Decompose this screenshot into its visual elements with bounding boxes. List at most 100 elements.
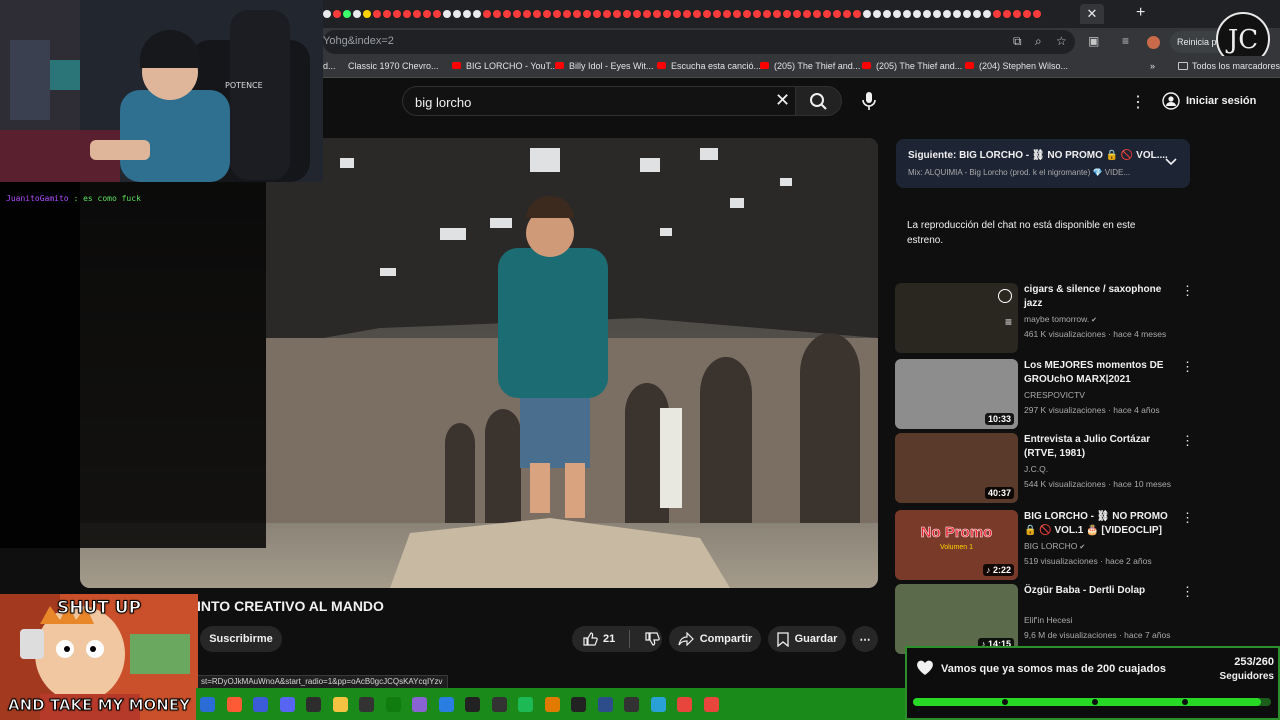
save-button[interactable]: Guardar <box>768 626 846 652</box>
tab-favicon[interactable] <box>513 10 521 18</box>
epic-icon[interactable] <box>465 697 480 712</box>
pen-icon[interactable] <box>597 697 613 712</box>
chevron-down-icon[interactable] <box>1164 157 1178 167</box>
obs-icon[interactable] <box>306 697 321 712</box>
recommendation-title[interactable]: Özgür Baba - Dertli Dolap <box>1024 584 1174 598</box>
channel-name[interactable]: BIG LORCHO ✔ <box>1024 541 1085 551</box>
video-thumbnail[interactable]: 10:33 <box>895 359 1018 429</box>
tab-favicon[interactable] <box>553 10 561 18</box>
tab-favicon[interactable] <box>1023 10 1031 18</box>
tab-favicon[interactable] <box>733 10 741 18</box>
bookmark-item[interactable]: Escucha esta canció... <box>657 61 761 71</box>
add-to-queue-icon[interactable]: ≡ <box>1005 315 1012 329</box>
tab-favicon[interactable] <box>783 10 791 18</box>
more-options-icon[interactable]: ⋮ <box>1181 359 1194 375</box>
tab-favicon[interactable] <box>943 10 951 18</box>
bookmark-item[interactable]: d... <box>323 61 336 71</box>
tab-favicon[interactable] <box>993 10 1001 18</box>
media-icon[interactable]: ≡ <box>1122 34 1129 48</box>
tab-favicon[interactable] <box>493 10 501 18</box>
more-options-icon[interactable]: ⋮ <box>1181 433 1194 449</box>
tab-favicon[interactable] <box>813 10 821 18</box>
active-tab-close-button[interactable]: ✕ <box>1080 4 1104 24</box>
install-icon[interactable]: ⧉ <box>1013 34 1022 49</box>
tab-favicon[interactable] <box>843 10 851 18</box>
tab-favicon[interactable] <box>483 10 491 18</box>
playlist-next-panel[interactable]: Siguiente: BIG LORCHO - ⛓ NO PROMO 🔒 🚫 V… <box>896 139 1190 188</box>
search-input[interactable]: big lorcho <box>415 95 471 110</box>
tab-favicon[interactable] <box>453 10 461 18</box>
bookmark-item[interactable]: (205) The Thief and... <box>760 61 860 71</box>
zoom-icon[interactable]: ⌕ <box>1035 34 1042 49</box>
tab-favicon[interactable] <box>543 10 551 18</box>
tab-favicon[interactable] <box>723 10 731 18</box>
tab-favicon[interactable] <box>743 10 751 18</box>
tab-favicon[interactable] <box>753 10 761 18</box>
extensions-icon[interactable]: ▣ <box>1088 34 1099 48</box>
address-bar[interactable]: Yohg&index=2 ⧉ ⌕ ☆ <box>323 30 1075 54</box>
tab-favicon[interactable] <box>903 10 911 18</box>
tab-favicon[interactable] <box>923 10 931 18</box>
like-button[interactable]: 21 <box>582 631 615 647</box>
video-thumbnail[interactable]: No Promo Volumen 1 ♪ 2:22 <box>895 510 1018 580</box>
recommendation-title[interactable]: BIG LORCHO - ⛓ NO PROMO 🔒 🚫 VOL.1 🎂 [VID… <box>1024 510 1174 538</box>
tab-favicon[interactable] <box>853 10 861 18</box>
discord-icon[interactable] <box>279 697 295 712</box>
channel-name[interactable]: J.C.Q. <box>1024 464 1048 474</box>
tab-favicon[interactable] <box>713 10 721 18</box>
tab-favicon[interactable] <box>823 10 831 18</box>
recommendation-item[interactable]: ♪ 14:15 Özgür Baba - Dertli Dolap Elif'in … <box>895 584 1195 654</box>
tab-favicon[interactable] <box>673 10 681 18</box>
tab-favicon[interactable] <box>423 10 431 18</box>
tab-favicon[interactable] <box>803 10 811 18</box>
recommendation-title[interactable]: Entrevista a Julio Cortázar (RTVE, 1981) <box>1024 433 1174 461</box>
tab-favicon[interactable] <box>973 10 981 18</box>
unity-icon[interactable] <box>491 697 507 712</box>
chrome-icon[interactable] <box>677 697 692 712</box>
game-icon[interactable] <box>544 697 560 712</box>
tab-favicon[interactable] <box>473 10 481 18</box>
tab-favicon[interactable] <box>983 10 991 18</box>
sign-in-button[interactable]: Iniciar sesión <box>1162 90 1256 112</box>
tab-favicon[interactable] <box>683 10 691 18</box>
tab-favicon[interactable] <box>963 10 971 18</box>
tab-favicon[interactable] <box>883 10 891 18</box>
recommendation-item[interactable]: ≡ cigars & silence / saxophone jazz maybe … <box>895 283 1195 353</box>
cube-icon[interactable] <box>571 697 586 712</box>
tab-favicon[interactable] <box>603 10 611 18</box>
tab-favicon[interactable] <box>623 10 631 18</box>
clear-search-icon[interactable]: ✕ <box>775 90 790 111</box>
tab-favicon[interactable] <box>833 10 841 18</box>
voice-search-button[interactable] <box>856 88 882 114</box>
profile-avatar[interactable] <box>1147 36 1160 49</box>
tab-favicon[interactable] <box>633 10 641 18</box>
address-url[interactable]: Yohg&index=2 <box>323 35 394 47</box>
tab-favicon[interactable] <box>573 10 581 18</box>
star-icon[interactable]: ☆ <box>1056 34 1067 48</box>
record-icon[interactable] <box>359 697 374 712</box>
thumbs-down-icon[interactable] <box>644 631 661 647</box>
tab-favicon[interactable] <box>613 10 621 18</box>
app-icon[interactable] <box>200 697 215 712</box>
bookmark-item[interactable]: (204) Stephen Wilso... <box>965 61 1068 71</box>
box-icon[interactable] <box>412 697 427 712</box>
tab-favicon[interactable] <box>893 10 901 18</box>
more-options-icon[interactable]: ⋮ <box>1181 283 1194 299</box>
bookmark-item[interactable]: BIG LORCHO - YouT... <box>452 61 558 71</box>
tab-favicon[interactable] <box>643 10 651 18</box>
share-button[interactable]: Compartir <box>669 626 761 652</box>
recommendation-item[interactable]: 10:33 Los MEJORES momentos DE GROUchO MAR… <box>895 359 1195 429</box>
tab-favicon[interactable] <box>703 10 711 18</box>
tab-favicon[interactable] <box>663 10 671 18</box>
recommendation-item[interactable]: 40:37 Entrevista a Julio Cortázar (RTVE, … <box>895 433 1195 503</box>
bookmarks-overflow[interactable]: » <box>1150 61 1155 71</box>
vivaldi-icon[interactable] <box>253 697 268 712</box>
tab-favicon[interactable] <box>383 10 391 18</box>
tab-favicon[interactable] <box>953 10 961 18</box>
recommendation-title[interactable]: Los MEJORES momentos DE GROUchO MARX|202… <box>1024 359 1174 387</box>
tab-favicon[interactable] <box>913 10 921 18</box>
settings-menu-icon[interactable]: ⋮ <box>1130 92 1146 112</box>
tab-favicon[interactable] <box>1033 10 1041 18</box>
more-options-icon[interactable]: ⋮ <box>1181 510 1194 526</box>
tab-favicon[interactable] <box>363 10 371 18</box>
